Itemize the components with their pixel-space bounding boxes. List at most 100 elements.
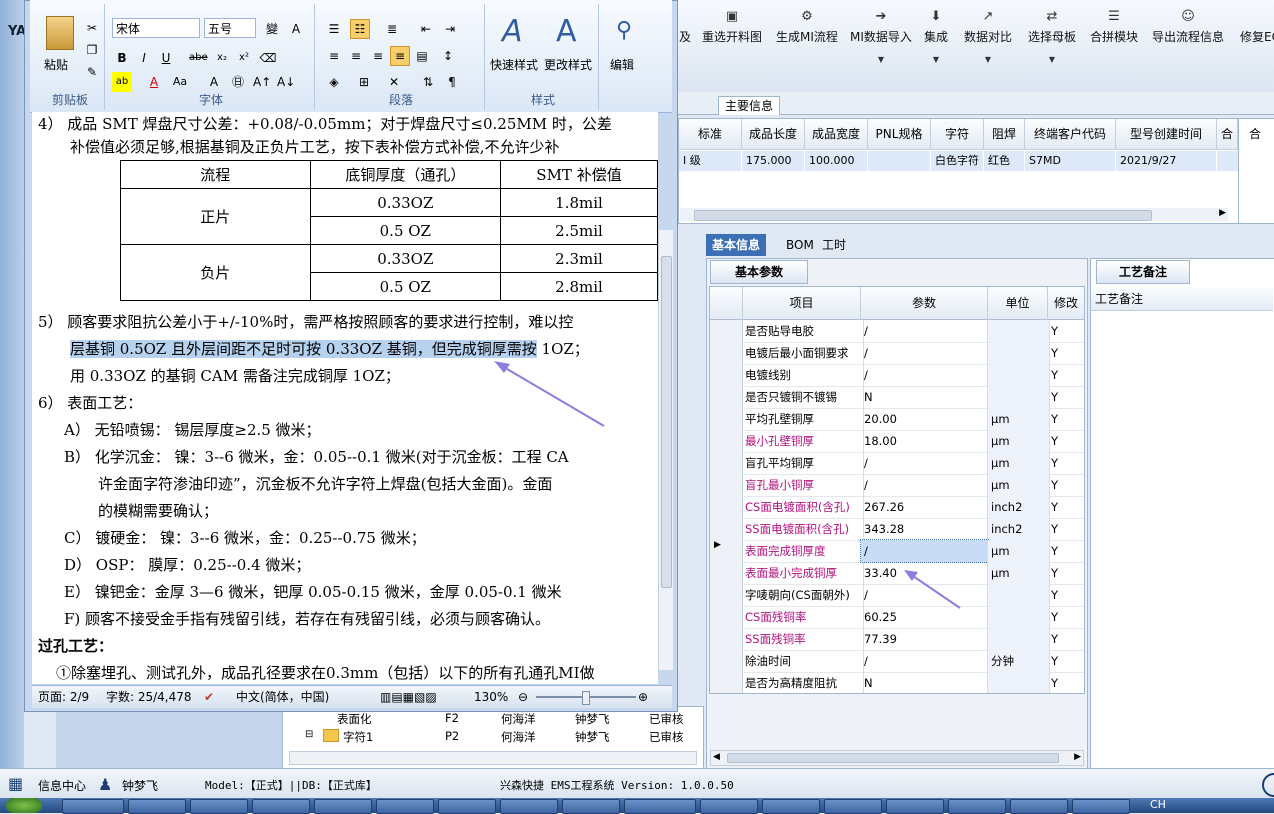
param-unit[interactable] bbox=[988, 386, 1050, 408]
param-grid-scrollbar[interactable]: ◀ ▶ bbox=[710, 750, 1084, 766]
row-selector[interactable] bbox=[710, 628, 743, 650]
param-unit[interactable] bbox=[988, 628, 1050, 650]
scroll-left-icon[interactable]: ◀ bbox=[713, 752, 720, 762]
zoom-level[interactable]: 130% bbox=[474, 686, 508, 708]
param-unit[interactable]: μm bbox=[988, 540, 1050, 562]
param-col-header[interactable]: 项目 bbox=[743, 287, 861, 320]
param-value[interactable]: 343.28 bbox=[861, 518, 988, 540]
word-count[interactable]: 字数: 25/4,478 bbox=[106, 686, 192, 708]
row-selector[interactable]: ▶ bbox=[710, 540, 743, 562]
toolbar-button-export[interactable]: ☺ 导出流程信息 bbox=[1152, 10, 1224, 86]
order-cell[interactable]: 100.000 bbox=[805, 151, 867, 171]
param-unit[interactable]: μm bbox=[988, 474, 1050, 496]
toolbar-button-gen-mi[interactable]: ⚙ 生成MI流程 bbox=[776, 10, 838, 86]
order-col-header[interactable]: 型号创建时间 bbox=[1116, 119, 1217, 150]
order-col-header[interactable]: 终端客户代码 bbox=[1025, 119, 1116, 150]
font-name-select[interactable]: 宋体 bbox=[112, 18, 200, 38]
italic-icon[interactable]: I bbox=[134, 48, 154, 68]
toolbar-button-mi-import[interactable]: ➔ MI数据导入 ▼ bbox=[850, 10, 912, 86]
taskbar-item[interactable] bbox=[762, 799, 820, 814]
font-size-select[interactable]: 五号 bbox=[204, 18, 256, 38]
font-color-icon[interactable]: A bbox=[144, 72, 164, 92]
toolbar-button-0[interactable]: 及 bbox=[678, 10, 692, 86]
row-selector[interactable] bbox=[710, 562, 743, 584]
taskbar-item[interactable] bbox=[1072, 799, 1130, 814]
zoom-slider-handle[interactable] bbox=[582, 691, 590, 705]
tree-item-name[interactable]: 表面化 bbox=[337, 711, 372, 727]
grid-icon[interactable]: ▦ bbox=[8, 775, 26, 793]
order-col-header[interactable]: 标准 bbox=[679, 119, 742, 150]
numbering-icon[interactable]: ☷ bbox=[350, 19, 370, 39]
taskbar-item[interactable] bbox=[886, 799, 944, 814]
highlight-icon[interactable]: ab bbox=[112, 72, 132, 92]
char-border-icon[interactable]: A bbox=[286, 19, 306, 39]
param-unit[interactable] bbox=[988, 364, 1050, 386]
param-unit[interactable]: μm bbox=[988, 408, 1050, 430]
order-grid-scrollbar[interactable]: ▶ bbox=[680, 208, 1228, 221]
param-value[interactable]: / bbox=[861, 364, 988, 386]
tab-hours[interactable]: 工时 bbox=[816, 234, 852, 256]
clear-format-icon[interactable]: ⌫ bbox=[258, 48, 278, 68]
shading-icon[interactable]: ◈ bbox=[324, 72, 344, 92]
underline-icon[interactable]: U bbox=[156, 48, 176, 68]
align-left-icon[interactable]: ≡ bbox=[324, 46, 344, 66]
param-row[interactable]: 除油时间 / 分钟 Y bbox=[710, 650, 1084, 673]
language[interactable]: 中文(简体，中国) bbox=[236, 686, 329, 708]
tree-expander-icon[interactable]: ⊟ bbox=[305, 729, 313, 740]
borders-icon[interactable]: ⊞ bbox=[354, 72, 374, 92]
param-value[interactable]: / bbox=[860, 539, 989, 563]
order-col-header[interactable]: 字符 bbox=[931, 119, 984, 150]
tab-bom[interactable]: BOM bbox=[780, 234, 820, 256]
param-value[interactable]: / bbox=[861, 320, 988, 342]
process-notes-title[interactable]: 工艺备注 bbox=[1096, 260, 1190, 284]
copy-icon[interactable]: ❐ bbox=[82, 40, 102, 60]
param-unit[interactable] bbox=[988, 320, 1050, 342]
toolbar-button-merge[interactable]: ☰ 合拼模块 bbox=[1090, 10, 1138, 86]
taskbar-item[interactable] bbox=[190, 799, 248, 814]
param-row[interactable]: SS面残铜率 77.39 Y bbox=[710, 628, 1084, 651]
param-row[interactable]: 电镀后最小面铜要求 / Y bbox=[710, 342, 1084, 365]
param-unit[interactable]: inch2 bbox=[988, 496, 1050, 518]
row-selector[interactable] bbox=[710, 584, 743, 606]
param-unit[interactable] bbox=[988, 606, 1050, 628]
notes-textarea[interactable] bbox=[1095, 315, 1269, 755]
taskbar-item[interactable] bbox=[824, 799, 882, 814]
param-value[interactable]: / bbox=[861, 650, 988, 672]
order-cell[interactable]: 红色 bbox=[984, 151, 1024, 171]
taskbar-item[interactable] bbox=[500, 799, 558, 814]
taskbar-item[interactable] bbox=[252, 799, 310, 814]
basic-params-title[interactable]: 基本参数 bbox=[710, 260, 808, 284]
row-selector[interactable] bbox=[710, 474, 743, 496]
param-row[interactable]: CS面电镀面积(含孔) 267.26 inch2 Y bbox=[710, 496, 1084, 519]
chinese-layout-icon[interactable]: ✕ bbox=[384, 72, 404, 92]
param-value[interactable]: / bbox=[861, 452, 988, 474]
taskbar-item[interactable] bbox=[948, 799, 1006, 814]
increase-indent-icon[interactable]: ⇥ bbox=[440, 19, 460, 39]
row-selector[interactable] bbox=[710, 496, 743, 518]
proofing-icon[interactable]: ✔ bbox=[204, 686, 214, 708]
row-selector[interactable] bbox=[710, 452, 743, 474]
order-cell[interactable]: 白色字符 bbox=[931, 151, 983, 171]
param-value[interactable]: / bbox=[861, 474, 988, 496]
row-selector[interactable] bbox=[710, 606, 743, 628]
tree-item-name[interactable]: 字符1 bbox=[343, 729, 373, 745]
scroll-right-icon[interactable]: ▶ bbox=[1074, 752, 1081, 762]
taskbar-item[interactable] bbox=[562, 799, 620, 814]
subscript-icon[interactable]: x₂ bbox=[212, 48, 232, 68]
toolbar-button-integrate[interactable]: ⬇ 集成 ▼ bbox=[924, 10, 948, 86]
param-unit[interactable] bbox=[988, 672, 1050, 693]
phonetic-icon[interactable]: 變 bbox=[262, 19, 282, 39]
tree-scrollbar[interactable] bbox=[289, 751, 697, 765]
row-selector[interactable] bbox=[710, 408, 743, 430]
justify-icon[interactable]: ≡ bbox=[390, 46, 410, 66]
tab-basic-info[interactable]: 基本信息 bbox=[706, 234, 767, 256]
param-value[interactable]: 20.00 bbox=[861, 408, 988, 430]
document-page[interactable]: 4） 成品 SMT 焊盘尺寸公差：+0.08/-0.05mm；对于焊盘尺寸≤0.… bbox=[32, 112, 658, 684]
order-cell[interactable] bbox=[1217, 151, 1239, 171]
param-row[interactable]: 最小孔壁铜厚 18.00 μm Y bbox=[710, 430, 1084, 453]
order-col-header[interactable]: 阻焊 bbox=[984, 119, 1025, 150]
tab-main-info[interactable]: 主要信息 bbox=[718, 96, 780, 115]
order-col-header[interactable]: 成品长度 bbox=[742, 119, 805, 150]
param-row[interactable]: 电镀线别 / Y bbox=[710, 364, 1084, 387]
taskbar-item[interactable] bbox=[438, 799, 496, 814]
